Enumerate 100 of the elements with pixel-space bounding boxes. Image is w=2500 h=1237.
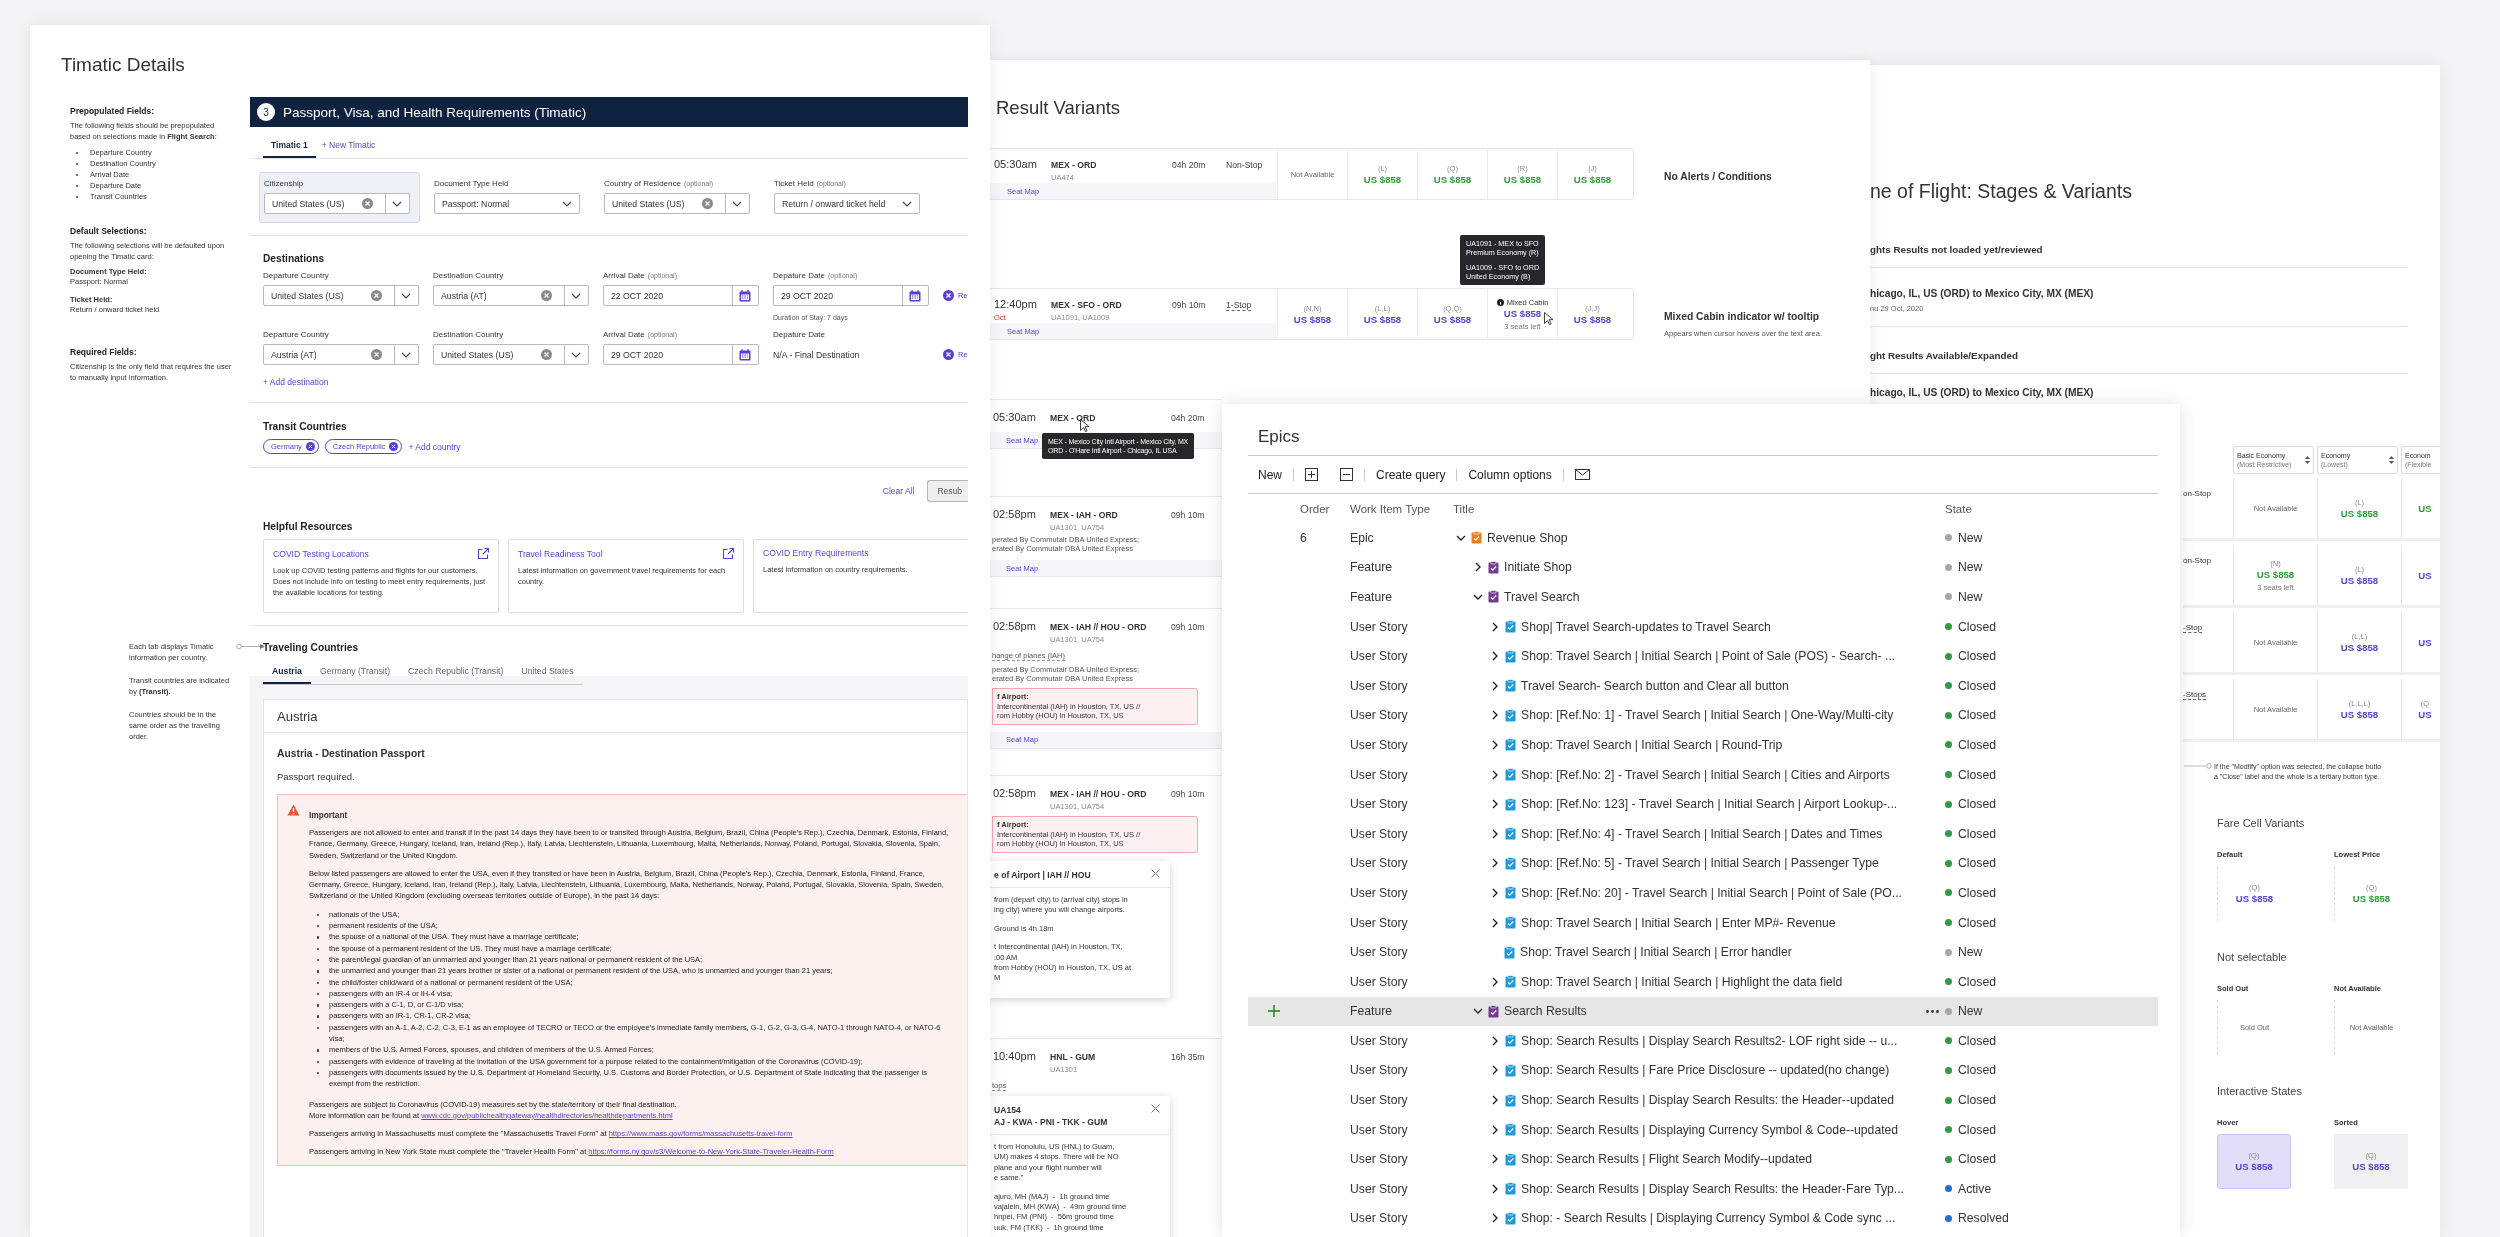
chevron-right-icon[interactable] bbox=[1490, 1183, 1500, 1194]
chevron-right-icon[interactable] bbox=[1490, 1124, 1500, 1135]
chevron-down-icon[interactable] bbox=[1473, 592, 1483, 602]
work-item-row[interactable]: User Story Shop: Travel Search | Initial Search | Round-Trip Closed bbox=[1248, 730, 2158, 760]
add-icon[interactable] bbox=[1268, 1005, 1280, 1018]
chevron-right-icon[interactable] bbox=[1490, 1095, 1500, 1106]
work-item-title[interactable]: Initiate Shop bbox=[1504, 560, 1939, 575]
clear-icon[interactable] bbox=[541, 349, 552, 360]
country-tab[interactable]: Czech Republic (Transit) bbox=[399, 662, 513, 684]
chevron-right-icon[interactable] bbox=[1490, 769, 1500, 780]
work-item-row[interactable]: User Story Shop: [Ref.No: 123] - Travel Search | Initial Search | Airport Lookup-... Closed bbox=[1248, 789, 2158, 819]
remove-icon[interactable] bbox=[943, 289, 954, 301]
clear-icon[interactable] bbox=[362, 198, 373, 209]
toolbar-button[interactable]: New bbox=[1258, 463, 1293, 486]
fare-price[interactable]: US $858 bbox=[1503, 307, 1542, 319]
calendar-icon[interactable] bbox=[739, 289, 751, 302]
work-item-row[interactable]: User Story Shop: - Search Results | Displaying Currency Symbol & Code sync ... Resolved bbox=[1248, 1203, 2158, 1234]
date-field[interactable]: 22 OCT 2020 bbox=[603, 285, 759, 306]
fare-price[interactable]: US $858 bbox=[1293, 313, 1332, 325]
clear-icon[interactable] bbox=[702, 198, 713, 209]
fare-price[interactable]: US $858 bbox=[2352, 1161, 2390, 1172]
work-item-row[interactable]: Feature Travel Search New bbox=[1248, 582, 2158, 612]
fare-price[interactable]: US $858 bbox=[1503, 173, 1542, 185]
select-field[interactable]: United States (US) bbox=[433, 344, 589, 365]
country-tab[interactable]: Austria bbox=[263, 662, 311, 684]
work-item-row[interactable]: User Story Shop: [Ref.No: 20] - Travel Search | Initial Search | Point of Sale (PO... Closed bbox=[1248, 878, 2158, 908]
work-item-title[interactable]: Shop: [Ref.No: 4] - Travel Search | Initial Search | Dates and Times bbox=[1521, 826, 1939, 841]
tab[interactable]: Timatic 1 bbox=[263, 135, 316, 158]
work-item-title[interactable]: Shop: [Ref.No: 123] - Travel Search | Initial Search | Airport Lookup-... bbox=[1521, 797, 1939, 812]
calendar-icon[interactable] bbox=[909, 289, 921, 302]
remove-icon[interactable] bbox=[389, 442, 399, 451]
chevron-right-icon[interactable] bbox=[1473, 562, 1483, 573]
work-item-title[interactable]: Shop: Travel Search | Initial Search | Point of Sale (POS) - Search- ... bbox=[1521, 649, 1939, 664]
date-field[interactable]: 29 OCT 2020 bbox=[603, 344, 759, 365]
work-item-row[interactable]: User Story Shop: Travel Search | Initial Search | Error handler New bbox=[1248, 937, 2158, 967]
chevron-right-icon[interactable] bbox=[1490, 976, 1500, 987]
mail-icon[interactable] bbox=[1574, 469, 1590, 480]
fare-price[interactable]: US bbox=[2418, 569, 2432, 581]
chevron-right-icon[interactable] bbox=[1490, 1213, 1500, 1224]
collapse-all-icon[interactable] bbox=[1340, 468, 1353, 481]
fare-price[interactable]: US $858 bbox=[2235, 893, 2274, 904]
work-item-title[interactable]: Shop: Travel Search | Initial Search | Enter MP#- Revenue bbox=[1521, 915, 1939, 930]
resource-link[interactable]: COVID Entry Requirements bbox=[763, 548, 869, 558]
work-item-row[interactable]: Feature Initiate Shop New bbox=[1248, 552, 2158, 583]
fare-price[interactable]: US $858 bbox=[2352, 893, 2391, 904]
work-item-title[interactable]: Shop: Search Results | Flight Search Modify--updated bbox=[1521, 1152, 1939, 1167]
work-item-title[interactable]: Shop: Search Results | Display Search Results2- LOF right side -- u... bbox=[1521, 1033, 1939, 1048]
remove-icon[interactable] bbox=[943, 348, 954, 360]
work-item-title[interactable]: Shop: - Search Results | Displaying Currency Symbol & Code sync ... bbox=[1521, 1211, 1939, 1226]
close-icon[interactable] bbox=[1151, 869, 1160, 878]
external-link-icon[interactable] bbox=[723, 548, 734, 559]
work-item-title[interactable]: Shop: [Ref.No: 2] - Travel Search | Initial Search | Cities and Airports bbox=[1521, 767, 1939, 782]
country-tab[interactable]: United States bbox=[512, 662, 583, 684]
select-field[interactable]: United States (US) bbox=[263, 285, 419, 306]
clear-icon[interactable] bbox=[541, 290, 552, 301]
work-item-title[interactable]: Shop: Search Results | Fare Price Disclosure -- updated(no change) bbox=[1521, 1063, 1939, 1078]
work-item-title[interactable]: Shop: Search Results | Display Search Results: the Header-Fare Typ... bbox=[1521, 1181, 1939, 1196]
clear-all-link[interactable]: Clear All bbox=[882, 486, 915, 496]
work-item-row[interactable]: User Story Shop: Travel Search | Initial Search | Point of Sale (POS) - Search- ... Closed bbox=[1248, 641, 2158, 671]
fare-price[interactable]: US $858 bbox=[2235, 1161, 2273, 1172]
fare-price[interactable]: US $858 bbox=[1573, 313, 1612, 325]
chevron-right-icon[interactable] bbox=[1490, 1065, 1500, 1076]
fare-price[interactable]: US $858 bbox=[1573, 173, 1612, 185]
select-field[interactable]: United States (US) bbox=[264, 193, 410, 214]
work-item-row[interactable]: User Story Shop: Search Results | Displaying Currency Symbol & Code--updated Closed bbox=[1248, 1114, 2158, 1145]
work-item-title[interactable]: Shop: Travel Search | Initial Search | Error handler bbox=[1520, 945, 1939, 960]
work-item-row[interactable]: User Story Shop: [Ref.No: 2] - Travel Search | Initial Search | Cities and Airports Closed bbox=[1248, 759, 2158, 790]
work-item-title[interactable]: Shop: Travel Search | Initial Search | Round-Trip bbox=[1521, 737, 1939, 752]
work-item-title[interactable]: Shop| Travel Search-updates to Travel Search bbox=[1521, 619, 1939, 634]
remove-icon[interactable] bbox=[305, 442, 315, 451]
close-icon[interactable] bbox=[1151, 1104, 1160, 1113]
work-item-row[interactable]: 6 Epic Revenue Shop New bbox=[1248, 523, 2158, 553]
fare-price[interactable]: US $858 bbox=[2256, 568, 2295, 580]
select-field[interactable]: Austria (AT) bbox=[433, 285, 589, 306]
work-item-title[interactable]: Search Results bbox=[1504, 1004, 1921, 1019]
chevron-right-icon[interactable] bbox=[1490, 621, 1500, 632]
work-item-row[interactable]: User Story Shop: Search Results | Fare Price Disclosure -- updated(no change) Closed bbox=[1248, 1055, 2158, 1086]
work-item-title[interactable]: Shop: Travel Search | Initial Search | Highlight the data field bbox=[1521, 974, 1939, 989]
work-item-row[interactable]: User Story Travel Search- Search button and Clear all button Closed bbox=[1248, 670, 2158, 701]
work-item-row[interactable]: User Story Shop: [Ref.No: 5] - Travel Search | Initial Search | Passenger Type Closed bbox=[1248, 848, 2158, 879]
work-item-row[interactable]: User Story Shop: Search Results | Display Search Results: the Header-Fare Typ... Active bbox=[1248, 1174, 2158, 1204]
fare-price[interactable]: US $858 bbox=[2340, 574, 2379, 586]
add-destination-link[interactable]: + Add destination bbox=[263, 377, 329, 387]
fare-price[interactable]: US $858 bbox=[1363, 313, 1402, 325]
work-item-title[interactable]: Shop: [Ref.No: 20] - Travel Search | Initial Search | Point of Sale (PO... bbox=[1521, 885, 1939, 900]
work-item-title[interactable]: Shop: [Ref.No: 1] - Travel Search | Initial Search | One-Way/Multi-city bbox=[1521, 708, 1939, 723]
work-item-row[interactable]: User Story Shop| Travel Search-updates to Travel Search Closed bbox=[1248, 611, 2158, 642]
work-item-row[interactable]: User Story Shop: Search Results | Display Search Results: the Header--updated Closed bbox=[1248, 1085, 2158, 1115]
clear-icon[interactable] bbox=[371, 349, 382, 360]
work-item-title[interactable]: Revenue Shop bbox=[1487, 530, 1939, 545]
more-icon[interactable] bbox=[1926, 1009, 1939, 1013]
chevron-right-icon[interactable] bbox=[1490, 828, 1500, 839]
chevron-right-icon[interactable] bbox=[1490, 739, 1500, 750]
fare-price[interactable]: US $858 bbox=[1433, 313, 1472, 325]
work-item-row[interactable]: User Story Shop: [Ref.No: 1] - Travel Search | Initial Search | One-Way/Multi-city Closed bbox=[1248, 700, 2158, 731]
chevron-right-icon[interactable] bbox=[1490, 917, 1500, 928]
fare-price[interactable]: US $858 bbox=[2340, 708, 2379, 720]
work-item-row[interactable]: User Story Shop: Search Results | Display Search Results2- LOF right side -- u... Closed bbox=[1248, 1026, 2158, 1056]
select-field[interactable]: Passport: Normal bbox=[434, 193, 580, 214]
work-item-title[interactable]: Travel Search bbox=[1504, 590, 1939, 604]
